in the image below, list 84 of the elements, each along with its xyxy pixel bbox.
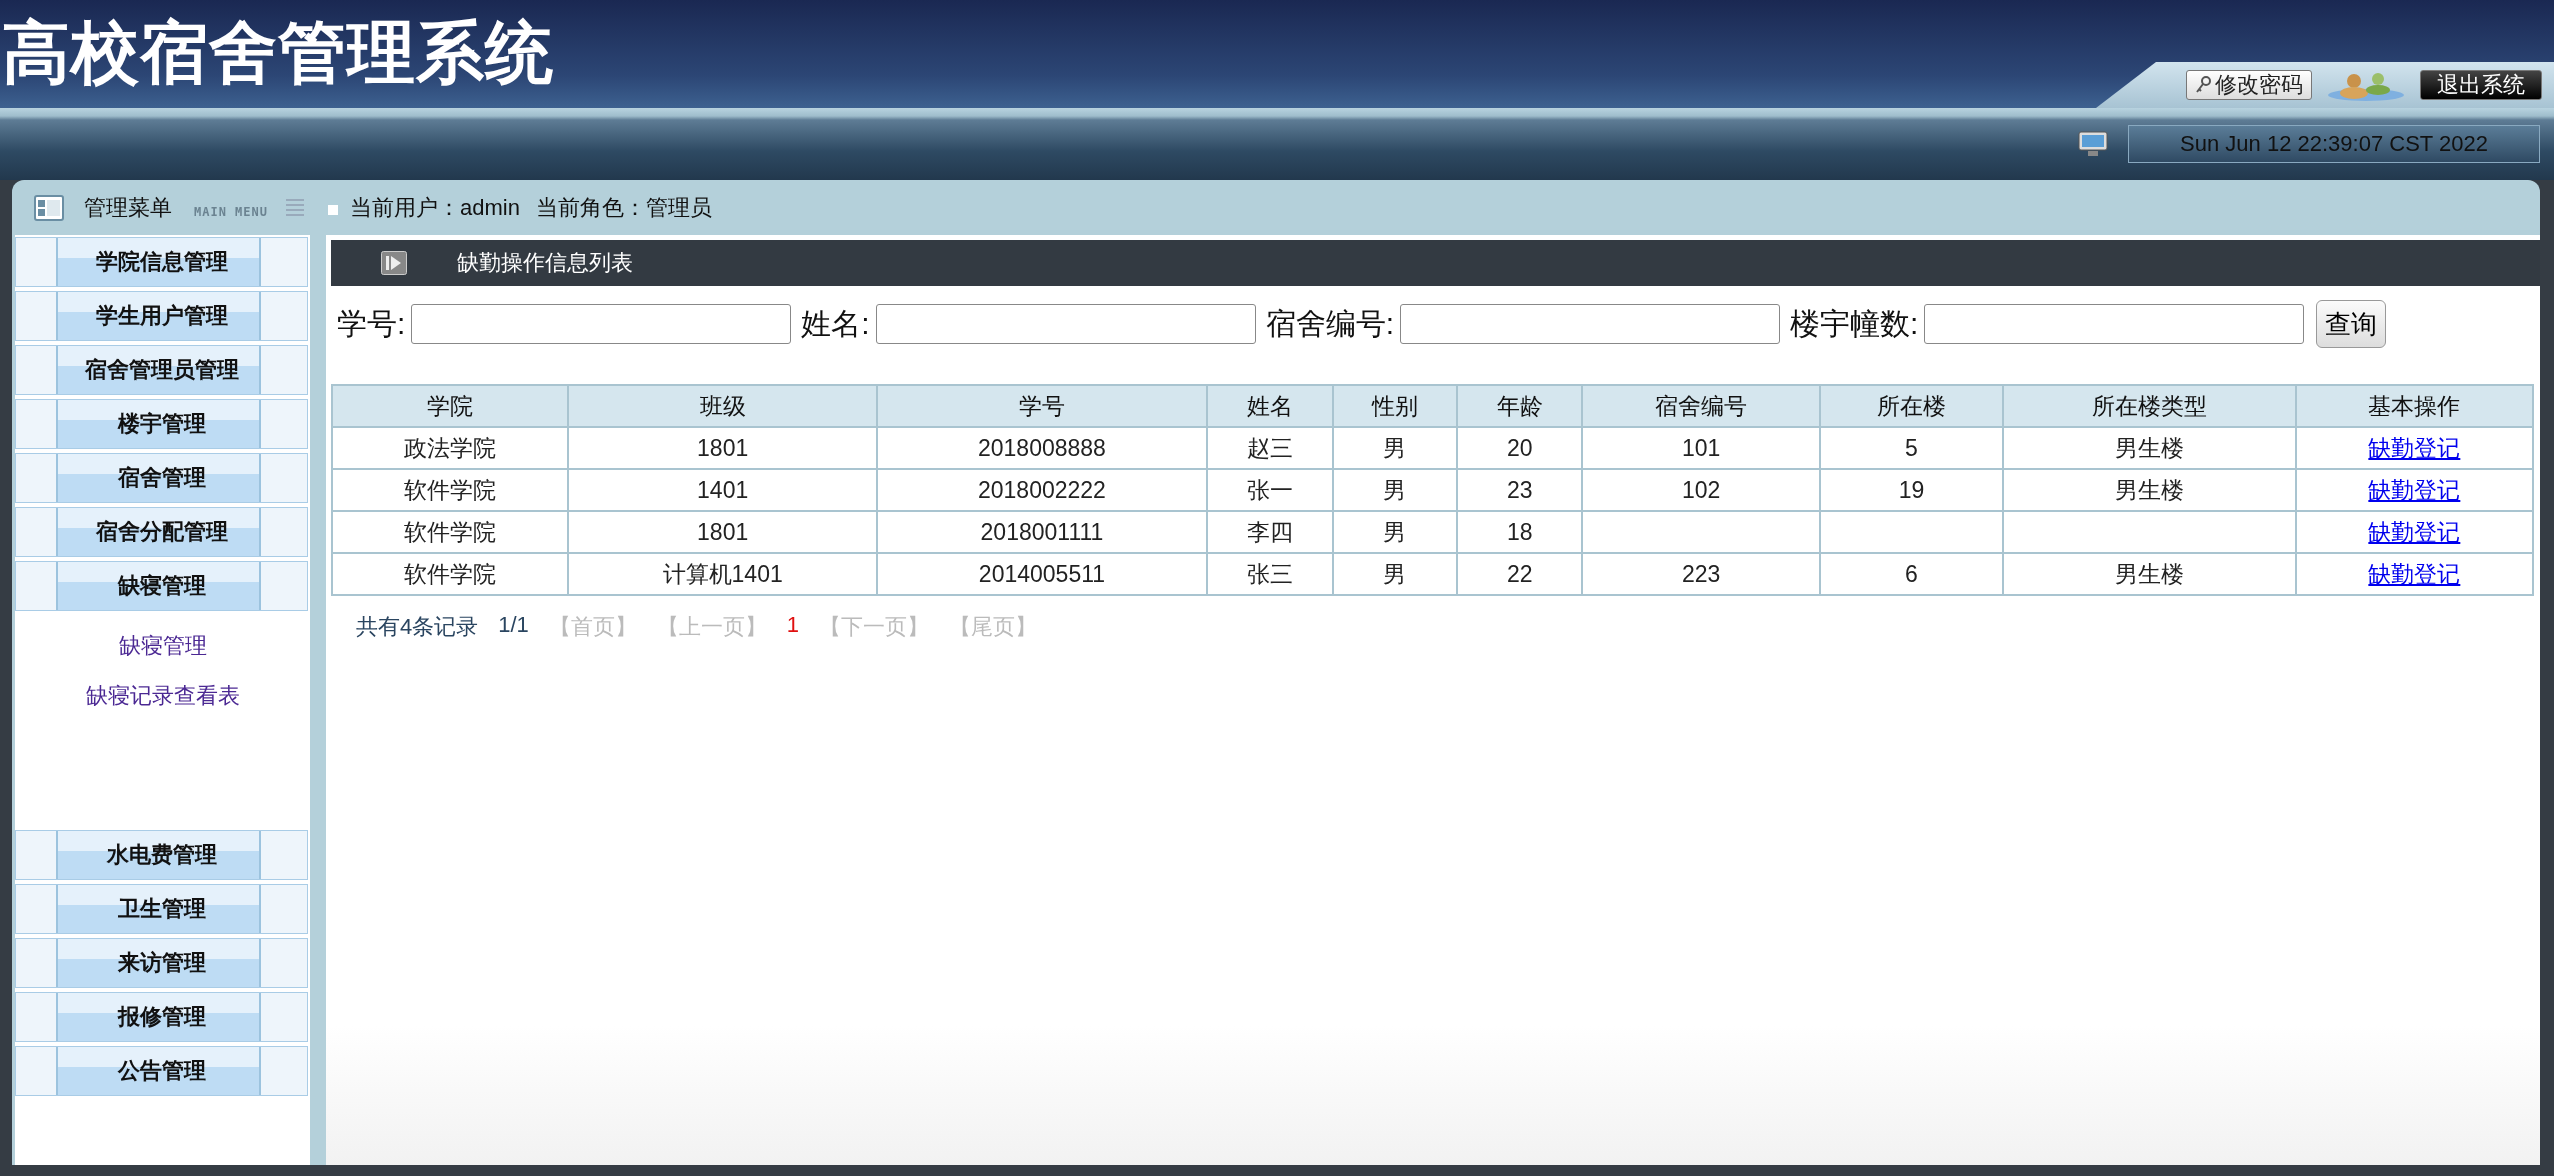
sidebar-item[interactable]: 缺寝管理 <box>15 561 308 611</box>
table-cell: 男生楼 <box>2002 553 2296 595</box>
table-cell: 1401 <box>568 469 877 511</box>
table-cell: 20 <box>1457 427 1583 469</box>
input-field[interactable] <box>875 304 1256 344</box>
table-cell: 2018002222 <box>877 469 1207 511</box>
menu-subtitle: MAIN MENU <box>194 204 269 219</box>
column-header: 基本操作 <box>2295 385 2533 427</box>
field-label: 姓名: <box>801 305 870 342</box>
column-header: 所在楼类型 <box>2002 385 2296 427</box>
sidebar-item[interactable]: 卫生管理 <box>15 884 308 934</box>
table-cell: 2018001111 <box>877 511 1207 553</box>
table-cell: 2014005511 <box>877 553 1207 595</box>
table-cell: 男 <box>1332 469 1458 511</box>
table-cell: 22 <box>1457 553 1583 595</box>
field-label: 宿舍编号: <box>1265 305 1395 342</box>
sidebar-item[interactable]: 水电费管理 <box>15 830 308 880</box>
record-count: 共有4条记录 <box>356 613 479 641</box>
sidebar-item[interactable]: 宿舍分配管理 <box>15 507 308 557</box>
key-icon <box>2195 76 2211 94</box>
table-cell: 6 <box>1820 553 2003 595</box>
table-cell: 2018008888 <box>877 427 1207 469</box>
table-cell: 赵三 <box>1206 427 1333 469</box>
sidebar-item[interactable]: 宿舍管理员管理 <box>15 345 308 395</box>
menu-icon <box>34 194 64 221</box>
table-cell: 软件学院 <box>332 511 569 553</box>
table-cell: 1801 <box>568 511 877 553</box>
table-cell: 计算机1401 <box>568 553 877 595</box>
app-title: 高校宿舍管理系统 <box>1 13 554 92</box>
table-cell: 男 <box>1332 427 1458 469</box>
sidebar-item[interactable]: 公告管理 <box>15 1046 308 1096</box>
submenu-link[interactable]: 缺寝管理 <box>118 631 207 661</box>
table-cell: 政法学院 <box>332 427 569 469</box>
panel-title: 缺勤操作信息列表 <box>457 249 633 277</box>
table-cell: 19 <box>1820 469 2003 511</box>
sidebar-item[interactable]: 来访管理 <box>15 938 308 988</box>
table-cell: 5 <box>1820 427 2003 469</box>
table-cell: 102 <box>1582 469 1821 511</box>
sidebar-item[interactable]: 楼宇管理 <box>15 399 308 449</box>
table-cell: 男 <box>1332 511 1458 553</box>
input-field[interactable] <box>411 304 792 344</box>
current-user: 当前用户：admin <box>350 193 520 222</box>
current-role: 当前角色：管理员 <box>535 193 712 222</box>
column-header: 姓名 <box>1206 385 1333 427</box>
table-cell: 男生楼 <box>2002 427 2296 469</box>
column-header: 年龄 <box>1457 385 1583 427</box>
column-header: 班级 <box>568 385 877 427</box>
submenu-link[interactable]: 缺寝记录查看表 <box>85 681 240 711</box>
list-icon <box>286 197 305 218</box>
column-header: 性别 <box>1332 385 1458 427</box>
bullet-icon <box>328 204 339 215</box>
table-cell: 18 <box>1457 511 1583 553</box>
column-header: 所在楼 <box>1820 385 2003 427</box>
column-header: 学院 <box>332 385 569 427</box>
current-page: 1 <box>786 612 800 639</box>
menu-title: 管理菜单 <box>84 193 172 222</box>
table-cell: 张一 <box>1206 469 1333 511</box>
logout-button[interactable]: 退出系统 <box>2420 70 2542 100</box>
field-label: 学号: <box>337 305 406 342</box>
field-label: 楼宇幢数: <box>1790 305 1919 342</box>
play-icon <box>381 251 407 275</box>
sidebar-item[interactable]: 学院信息管理 <box>15 237 308 287</box>
table-cell: 23 <box>1457 469 1583 511</box>
sidebar-item[interactable]: 学生用户管理 <box>15 291 308 341</box>
column-header: 宿舍编号 <box>1582 385 1821 427</box>
change-password-button[interactable]: 修改密码 <box>2186 70 2312 100</box>
page-info: 1/1 <box>498 612 529 639</box>
monitor-icon <box>2078 131 2108 157</box>
table-cell: 软件学院 <box>332 553 569 595</box>
table-cell: 男 <box>1332 553 1458 595</box>
table-cell: 1801 <box>568 427 877 469</box>
table-cell: 男生楼 <box>2002 469 2296 511</box>
sidebar-item[interactable]: 宿舍管理 <box>15 453 308 503</box>
table-cell: 101 <box>1582 427 1821 469</box>
table-cell: 李四 <box>1206 511 1333 553</box>
datetime-display: Sun Jun 12 22:39:07 CST 2022 <box>2128 125 2540 163</box>
table-cell: 软件学院 <box>332 469 569 511</box>
sidebar-item[interactable]: 报修管理 <box>15 992 308 1042</box>
column-header: 学号 <box>877 385 1207 427</box>
search-button[interactable]: 查询 <box>2316 300 2387 348</box>
input-field[interactable] <box>1400 304 1781 344</box>
input-field[interactable] <box>1924 304 2305 344</box>
table-cell: 张三 <box>1206 553 1333 595</box>
table-cell: 223 <box>1582 553 1821 595</box>
